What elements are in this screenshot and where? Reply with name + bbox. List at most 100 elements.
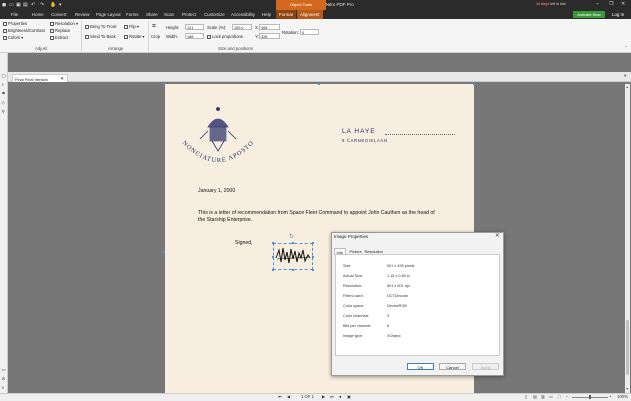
bookmarks-icon[interactable]: ⚑ xyxy=(2,91,6,97)
letterhead-address: 8 CARNEGIELAAN xyxy=(342,138,388,143)
close-window-icon[interactable]: ✕ xyxy=(621,1,625,7)
replace-button[interactable]: Replace xyxy=(50,28,70,33)
menu-customize[interactable]: Customize xyxy=(204,12,225,17)
tab-list-icon[interactable]: ▾ xyxy=(624,73,626,79)
single-page-view-icon[interactable]: ▯ xyxy=(525,394,527,399)
menu-protect[interactable]: Protect xyxy=(182,12,196,17)
object-tools-context-tab: Object Tools xyxy=(276,0,326,10)
resize-handle[interactable] xyxy=(312,256,315,259)
zoom-out-icon[interactable]: − xyxy=(566,394,568,399)
width-input[interactable]: 168 xyxy=(185,33,204,39)
crop-icon[interactable]: ⌗ xyxy=(152,23,156,31)
attachments-icon[interactable]: ⚲ xyxy=(2,109,5,115)
colors-button[interactable]: Colors ▾ xyxy=(3,35,23,40)
collapse-ribbon-icon[interactable]: ⌃ xyxy=(624,45,628,51)
brightness-icon xyxy=(3,28,7,33)
play-icon[interactable]: ● xyxy=(339,394,342,399)
resize-handle[interactable] xyxy=(312,242,315,245)
zoom-in-icon[interactable]: + xyxy=(609,394,611,399)
rotate-button[interactable]: Rotate ▾ xyxy=(124,34,145,39)
resize-handle[interactable] xyxy=(292,269,295,272)
properties-button[interactable]: Properties xyxy=(3,21,27,26)
document-tab[interactable]: Final Final Version ✕ xyxy=(12,74,68,82)
apply-button[interactable]: Apply xyxy=(472,363,499,370)
resize-handle[interactable] xyxy=(272,269,275,272)
zoom-slider-thumb[interactable] xyxy=(589,395,591,399)
next-page-icon[interactable]: ▶ xyxy=(322,394,325,399)
resolution-icon xyxy=(50,21,54,26)
ribbon-separator xyxy=(81,21,82,51)
menu-file[interactable]: File xyxy=(11,12,18,17)
full-screen-icon[interactable]: ⛶ xyxy=(558,394,561,399)
activate-now-button[interactable]: Activate Now xyxy=(573,11,605,18)
page-indicator[interactable]: 1 OF 1 xyxy=(301,394,314,399)
replace-icon xyxy=(50,28,54,33)
rotate-handle-icon[interactable]: ↻ xyxy=(289,233,294,240)
bits-per-channel-value: 8 xyxy=(387,324,390,328)
y-input[interactable]: 328 xyxy=(259,33,280,39)
scale-input[interactable]: 100.0 xyxy=(232,24,252,30)
first-page-icon[interactable]: ⏮ xyxy=(278,394,282,399)
fit-page-icon[interactable]: ▣ xyxy=(347,394,351,399)
fit-width-icon[interactable]: ▭ xyxy=(549,394,553,399)
login-button[interactable]: Log In xyxy=(612,12,624,17)
menu-review[interactable]: Review xyxy=(75,12,89,17)
menu-home[interactable]: Home xyxy=(32,12,44,17)
arrange-group-label: Arrange xyxy=(108,46,124,51)
maximize-icon[interactable]: ❐ xyxy=(609,1,613,7)
close-tab-icon[interactable]: ✕ xyxy=(60,76,64,82)
menu-convert[interactable]: Convert xyxy=(51,12,66,17)
ok-button[interactable]: OK xyxy=(407,363,434,370)
resize-handle[interactable] xyxy=(292,242,295,245)
layers-icon[interactable]: ≡ xyxy=(2,385,5,390)
menu-share[interactable]: Share xyxy=(146,12,158,17)
actual-size-value: 1.15 x 0.83 in xyxy=(387,274,410,278)
continuous-view-icon[interactable]: ▤ xyxy=(533,394,537,399)
scroll-down-icon[interactable]: ▼ xyxy=(626,387,629,391)
last-page-icon[interactable]: ⏭ xyxy=(330,394,334,399)
image-selection-box[interactable] xyxy=(273,243,313,270)
resolution-label: Resolution xyxy=(55,21,75,26)
resize-handle[interactable] xyxy=(272,242,275,245)
extract-button[interactable]: Extract xyxy=(50,35,68,40)
tags-icon[interactable]: ◇ xyxy=(2,100,5,106)
comments-icon[interactable]: ▭ xyxy=(2,367,6,373)
menu-accessibility[interactable]: Accessibility xyxy=(231,12,255,17)
previous-page-icon[interactable]: ◀ xyxy=(287,394,290,399)
size-positions-group-label: Size and positions xyxy=(218,46,253,51)
menu-format[interactable]: Format xyxy=(276,10,296,19)
color-space-value: DeviceRGB xyxy=(387,304,407,308)
rotation-input[interactable]: 0 xyxy=(300,29,319,35)
cancel-button[interactable]: Cancel xyxy=(439,363,466,370)
scrollbar-thumb[interactable] xyxy=(626,320,629,375)
minimize-icon[interactable]: – xyxy=(596,1,599,7)
menu-page-layout[interactable]: Page Layout xyxy=(96,12,121,17)
attachment-clip-icon[interactable]: ⊘ xyxy=(2,376,6,382)
menu-scan[interactable]: Scan xyxy=(164,12,174,17)
menu-alignment[interactable]: Alignment xyxy=(297,10,323,19)
search-icon[interactable]: ⌕ xyxy=(2,82,5,87)
two-page-view-icon[interactable]: ▥ xyxy=(541,394,545,399)
zoom-level[interactable]: 100% xyxy=(617,394,628,399)
crop-label[interactable]: Crop xyxy=(151,34,160,39)
extract-label: Extract xyxy=(55,35,69,40)
menu-help[interactable]: Help xyxy=(262,12,271,17)
resize-handle[interactable] xyxy=(312,269,315,272)
rotate-label: Rotate xyxy=(129,34,142,39)
scroll-up-icon[interactable]: ▲ xyxy=(626,85,629,89)
lock-proportions-checkbox[interactable]: Lock proportions xyxy=(207,34,243,39)
dialog-close-icon[interactable]: ✕ xyxy=(495,233,500,239)
pages-panel-icon[interactable]: ▢ xyxy=(2,73,6,79)
height-label: Height: xyxy=(166,25,180,30)
menu-forms[interactable]: Forms xyxy=(126,12,138,17)
flip-button[interactable]: Flip ▾ xyxy=(124,24,139,29)
signed-label: Signed, xyxy=(235,240,253,246)
resolution-button[interactable]: Resolution ▾ xyxy=(50,21,78,26)
send-to-back-button[interactable]: Send To Back xyxy=(85,34,116,39)
brightness-contrast-button[interactable]: Brightness/Contrast xyxy=(3,28,45,33)
flip-icon xyxy=(124,24,128,29)
height-input[interactable]: 121 xyxy=(185,24,204,30)
resize-handle[interactable] xyxy=(272,256,275,259)
bring-to-front-button[interactable]: Bring To Front xyxy=(85,24,116,29)
x-input[interactable]: 408 xyxy=(259,24,280,30)
